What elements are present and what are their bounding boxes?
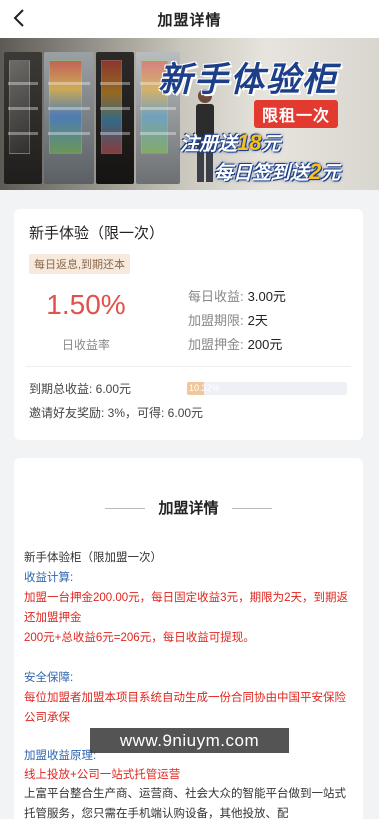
info-deposit: 加盟押金: 200元 [188,337,283,352]
info-term: 加盟期限: 2天 [188,313,268,328]
info-daily-income: 每日收益: 3.00元 [188,289,286,304]
watermark-overlay: www.9niuym.com [90,728,289,753]
daily-rate-label: 日收益率 [61,338,110,352]
banner-headline: 新手体验柜 [158,61,338,99]
banner-register-bonus: 注册送18元 [180,130,281,155]
detail-text: 加盟一台押金200.00元，每日固定收益3元，期限为2天，到期返还加盟押金 [24,592,348,624]
invite-reward: 邀请好友奖励: 3%，可得: 6.00元 [29,406,204,420]
progress-text: 10.32% [189,383,220,393]
banner-checkin-bonus: 每日签到送2元 [214,159,341,184]
total-income: 到期总收益: 6.00元 [29,382,132,396]
progress-bar: 10.32% [187,382,347,395]
section-title: 加盟详情 [158,500,219,517]
detail-heading: 收益计算: [24,572,74,584]
detail-text: 线上投放+公司一站式托管运营 [24,769,181,781]
product-badge: 每日返息,到期还本 [29,254,131,274]
divider [26,366,351,367]
vending-machine-image [44,52,94,184]
divider [232,508,272,509]
detail-heading: 安全保障: [24,672,74,684]
promo-banner[interactable]: 新手体验柜 限租一次 注册送18元 每日签到送2元 [0,38,379,190]
detail-text: 每位加盟者加盟本项目系统自动生成一份合同协由中国平安保险公司承保 [24,692,346,724]
product-card: 新手体验（限一次） 每日返息,到期还本 1.50% 日收益率 每日收益: 3.00… [14,209,363,440]
detail-text: 新手体验柜（限加盟一次） [24,552,162,564]
detail-text: 200元+总收益6元=206元，每日收益可提现。 [24,632,255,644]
vending-machine-image [4,52,42,184]
detail-text: 上富平台整合生产商、运营商、社会大众的智能平台做到一站式托管服务，您只需在手机端… [24,788,346,819]
vending-machine-image [96,52,134,184]
product-name: 新手体验（限一次） [29,225,165,242]
banner-tag: 限租一次 [254,100,339,128]
daily-rate-value: 1.50% [46,289,126,320]
page-title: 加盟详情 [157,12,222,29]
top-nav-bar: 加盟详情 [0,0,379,38]
details-card: 加盟详情 新手体验柜（限加盟一次） 收益计算: 加盟一台押金200.00元，每日… [14,458,363,819]
